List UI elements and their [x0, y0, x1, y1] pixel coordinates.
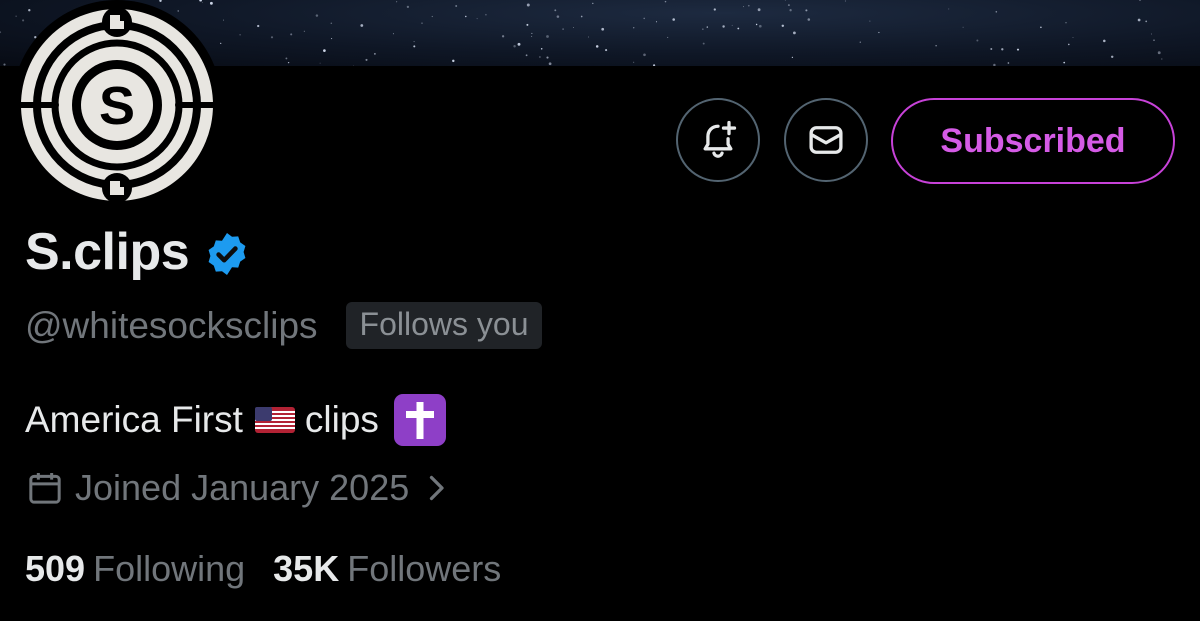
bell-plus-icon	[703, 120, 737, 158]
following-label: Following	[93, 548, 246, 589]
bio-text-prefix: America First	[25, 399, 243, 440]
follows-you-badge: Follows you	[345, 302, 543, 349]
s-clips-logo: S	[21, 7, 213, 203]
joined-date-text: Joined January 2025	[75, 467, 410, 508]
bio: America First clips	[25, 393, 447, 447]
followers-label: Followers	[347, 548, 502, 589]
followers-link[interactable]: 35K Followers	[273, 548, 501, 590]
followers-count: 35K	[273, 548, 340, 589]
notifications-button[interactable]	[676, 98, 760, 182]
following-count: 509	[25, 548, 86, 589]
chevron-right-icon	[430, 475, 444, 501]
following-link[interactable]: 509 Following	[25, 548, 245, 590]
display-name-row: S.clips	[25, 222, 251, 282]
handle-row: @whitesocksclips Follows you	[25, 302, 543, 349]
follow-stats: 509 Following 35K Followers	[25, 548, 529, 590]
calendar-icon	[29, 473, 61, 504]
bio-text-suffix: clips	[304, 399, 379, 440]
envelope-icon	[809, 126, 843, 154]
username-handle: @whitesocksclips	[25, 304, 318, 346]
subscribed-button[interactable]: Subscribed	[891, 98, 1175, 184]
us-flag-icon	[254, 407, 295, 433]
latin-cross-icon	[393, 394, 446, 446]
avatar[interactable]: S	[12, 0, 222, 210]
verified-badge-icon[interactable]	[203, 230, 251, 278]
joined-date-row[interactable]: Joined January 2025	[25, 467, 447, 509]
message-button[interactable]	[784, 98, 868, 182]
display-name: S.clips	[25, 223, 190, 281]
logo-letter: S	[99, 76, 135, 136]
